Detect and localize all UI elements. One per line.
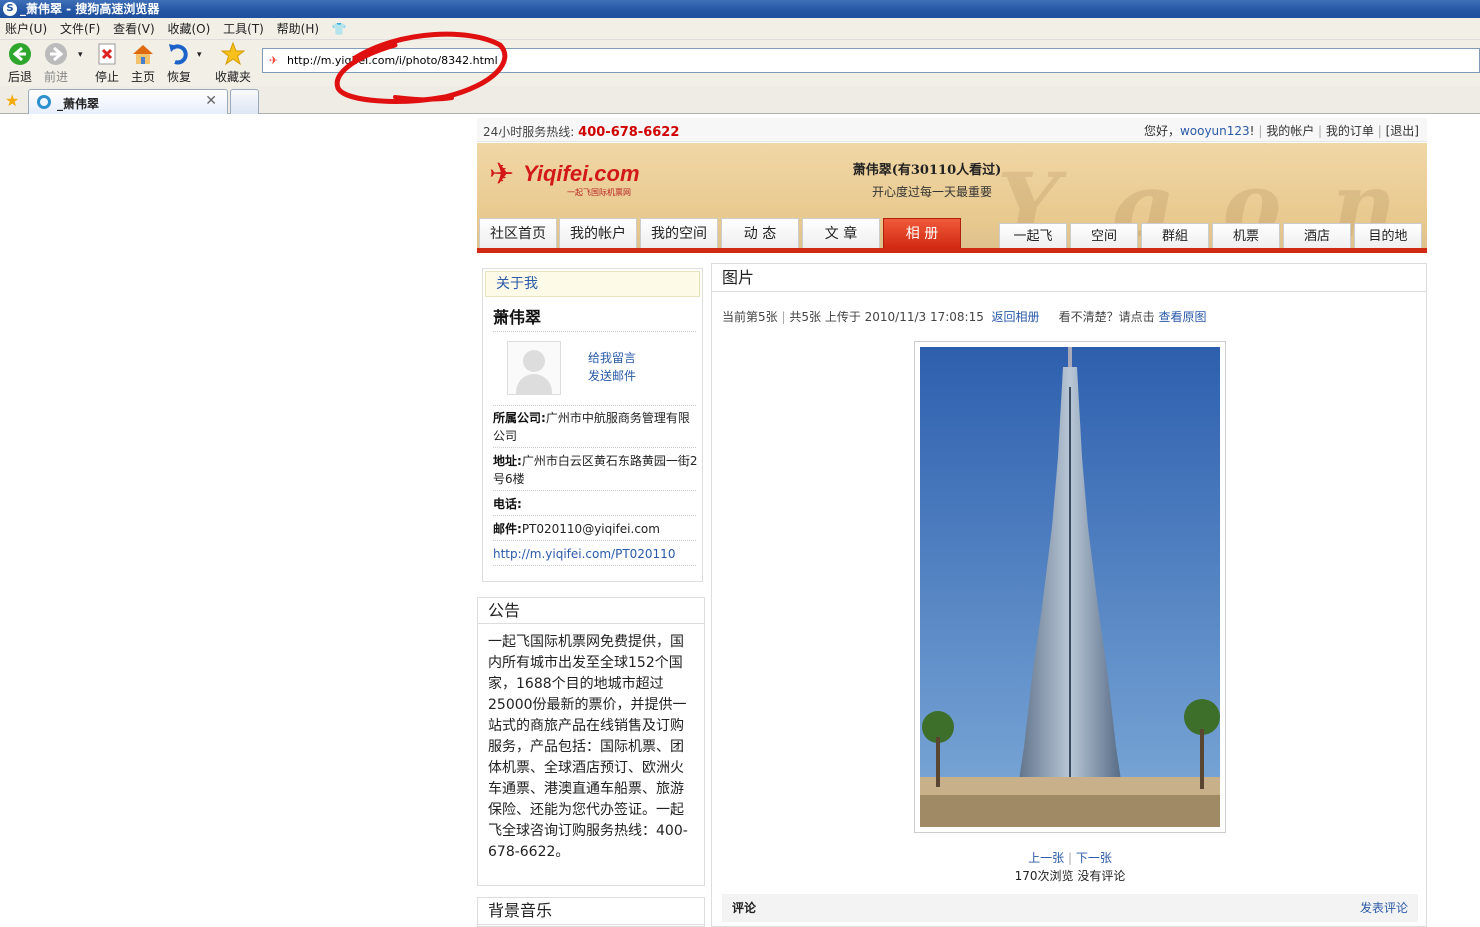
subnav-groups[interactable]: 群組 (1141, 223, 1209, 249)
leave-message-link[interactable]: 给我留言 (588, 349, 636, 366)
star-icon (221, 42, 245, 66)
nav-community-home[interactable]: 社区首页 (479, 218, 557, 248)
subnav-flights[interactable]: 机票 (1212, 223, 1280, 249)
greeting-end: ! (1249, 124, 1255, 138)
divider (493, 405, 696, 406)
favorites-button[interactable]: 收藏夹 (212, 42, 254, 85)
stop-button[interactable]: 停止 (89, 42, 125, 85)
photo-frame[interactable] (914, 341, 1226, 833)
home-button[interactable]: 主页 (125, 42, 161, 85)
post-comment-link[interactable]: 发表评论 (1360, 894, 1408, 922)
back-arrow-icon (9, 43, 31, 65)
forward-arrow-icon (45, 43, 67, 65)
menu-file[interactable]: 文件(F) (60, 18, 100, 40)
divider (493, 565, 696, 566)
divider (493, 447, 696, 448)
undo-icon (169, 44, 188, 65)
nav-my-space[interactable]: 我的空间 (640, 218, 718, 248)
my-orders-link[interactable]: 我的订单 (1326, 124, 1374, 138)
comment-bar: 评论 发表评论 (722, 894, 1418, 922)
nav-my-account[interactable]: 我的帐户 (559, 218, 637, 248)
menu-favorites[interactable]: 收藏(O) (168, 18, 211, 40)
email-info: 邮件:PT020110@yiqifei.com (493, 522, 660, 536)
my-account-link[interactable]: 我的帐户 (1266, 124, 1314, 138)
menu-help[interactable]: 帮助(H) (277, 18, 319, 40)
address-info: 地址:广州市白云区黄石东路黄园一街2号6楼 (493, 454, 698, 486)
close-icon[interactable]: ✕ (205, 93, 217, 109)
next-photo-link[interactable]: 下一张 (1076, 851, 1112, 865)
favorites-star-icon[interactable]: ★ (5, 91, 19, 110)
about-me-header: 关于我 (485, 271, 700, 297)
nav-underline (477, 248, 1427, 253)
menu-tools[interactable]: 工具(T) (223, 18, 264, 40)
greeting: 您好， (1143, 124, 1180, 138)
notice-panel: 公告 一起飞国际机票网免费提供，国内所有城市出发至全球152个国家，1688个目… (477, 597, 705, 886)
profile-title: 萧伟翠(有30110人看过) (852, 163, 1002, 178)
logout-link[interactable]: [退出] (1386, 124, 1419, 138)
divider (493, 515, 696, 516)
photo-panel: 图片 当前第5张 | 共5张 上传于 2010/11/3 17:08:15 返回… (711, 263, 1427, 927)
nav-album[interactable]: 相 册 (883, 218, 961, 248)
menu-account[interactable]: 账户(U) (5, 18, 47, 40)
notice-text: 一起飞国际机票网免费提供，国内所有城市出发至全球152个国家，1688个目的地城… (488, 634, 688, 860)
window-title: _萧伟翠 - 搜狗高速浏览器 (20, 2, 160, 16)
tab-label: _萧伟翠 (57, 97, 100, 111)
subnav-hotels[interactable]: 酒店 (1283, 223, 1351, 249)
about-me-panel: 关于我 萧伟翠 给我留言 发送邮件 所属公司:广州市中航服商务管理有限公司 地址… (482, 268, 703, 582)
photo-pager: 上一张 | 下一张 (1028, 851, 1112, 865)
subnav-yiqifei[interactable]: 一起飞 (999, 223, 1067, 249)
restore-button[interactable]: 恢复 (161, 42, 197, 85)
divider (493, 331, 696, 332)
hotline-label: 24小时服务热线: (483, 125, 575, 139)
shirt-icon[interactable]: 👕 (332, 18, 347, 40)
music-header: 背景音乐 (478, 898, 704, 925)
forward-dropdown-icon[interactable]: ▾ (78, 50, 83, 60)
username-link[interactable]: wooyun123 (1180, 124, 1250, 138)
phone-info: 电话: (493, 497, 522, 511)
profile-name: 萧伟翠 (493, 308, 542, 327)
tab-loading-icon (37, 95, 51, 109)
comment-header: 评论 (732, 901, 757, 915)
window-title-bar: S _萧伟翠 - 搜狗高速浏览器 (0, 0, 1480, 18)
menu-view[interactable]: 查看(V) (113, 18, 155, 40)
avatar[interactable] (507, 341, 561, 395)
tab-bar: ★ _萧伟翠 ✕ (0, 86, 1480, 114)
stop-icon (98, 43, 116, 65)
home-icon (133, 45, 153, 64)
back-button[interactable]: 后退 (2, 42, 38, 85)
send-mail-link[interactable]: 发送邮件 (588, 367, 636, 384)
photo-header: 图片 (712, 264, 1426, 292)
address-url[interactable]: http://m.yiqifei.com/i/photo/8342.html (287, 53, 498, 69)
forward-button[interactable]: 前进 (38, 42, 74, 85)
divider (493, 540, 696, 541)
restore-dropdown-icon[interactable]: ▾ (197, 50, 202, 60)
homepage-link[interactable]: http://m.yiqifei.com/PT020110 (493, 545, 699, 563)
sogou-browser-icon: S (3, 2, 17, 16)
company-info: 所属公司:广州市中航服商务管理有限公司 (493, 411, 690, 443)
photo-views: 170次浏览 没有评论 (1014, 869, 1126, 883)
nav-articles[interactable]: 文 章 (802, 218, 880, 248)
music-panel: 背景音乐 (477, 897, 705, 927)
top-info-bar: 24小时服务热线: 400-678-6622 您好，wooyun123! | 我… (477, 118, 1427, 142)
photo-meta: 当前第5张 | 共5张 上传于 2010/11/3 17:08:15 返回相册 … (722, 310, 1207, 324)
tab-active[interactable]: _萧伟翠 ✕ (28, 89, 228, 114)
divider (493, 490, 696, 491)
view-original-link[interactable]: 查看原图 (1158, 310, 1206, 324)
address-bar[interactable]: ✈ http://m.yiqifei.com/i/photo/8342.html (262, 48, 1480, 73)
subnav-space[interactable]: 空间 (1070, 223, 1138, 249)
back-to-album-link[interactable]: 返回相册 (992, 310, 1040, 324)
new-tab-button[interactable] (230, 89, 259, 114)
profile-motto: 开心度过每一天最重要 (871, 185, 992, 199)
hotline-number: 400-678-6622 (578, 125, 680, 140)
subnav-destinations[interactable]: 目的地 (1354, 223, 1422, 249)
menu-bar: 账户(U) 文件(F) 查看(V) 收藏(O) 工具(T) 帮助(H) 👕 (0, 18, 1480, 40)
nav-activity[interactable]: 动 态 (721, 218, 799, 248)
tower-photo[interactable] (920, 347, 1220, 827)
notice-header: 公告 (478, 598, 704, 624)
site-favicon-icon: ✈ (269, 54, 279, 67)
prev-photo-link[interactable]: 上一张 (1028, 851, 1064, 865)
